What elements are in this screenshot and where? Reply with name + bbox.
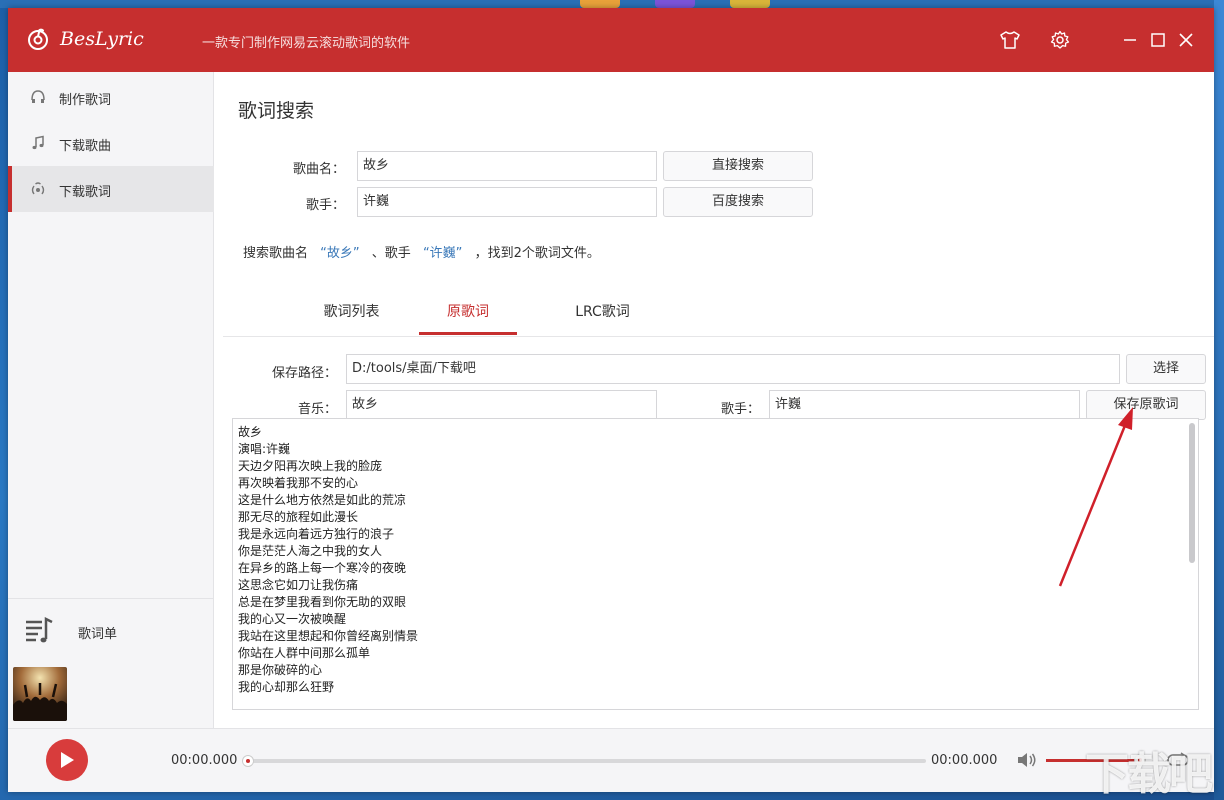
lyric-line: 天边夕阳再次映上我的脸庞: [238, 459, 383, 473]
sidebar-item-download-songs[interactable]: 下载歌曲: [8, 120, 214, 166]
lyric-line: 你站在人群中间那么孤单: [238, 646, 371, 660]
baidu-search-button[interactable]: 百度搜索: [663, 187, 813, 217]
sidebar-item-label: 制作歌词: [59, 93, 112, 108]
netease-logo-icon: [28, 28, 48, 50]
gear-icon[interactable]: [1048, 28, 1072, 52]
result-suffix: ，找到2个歌词文件。: [474, 246, 600, 261]
player-bar: 00:00.000 00:00.000: [8, 728, 1214, 792]
search-result-text: 搜索歌曲名 “故乡” 、歌手 “许巍” ，找到2个歌词文件。: [243, 242, 600, 261]
result-mid: 、歌手: [371, 246, 411, 261]
active-tab-indicator: [419, 332, 517, 335]
desktop-icon: [730, 0, 770, 8]
title-bar[interactable]: BesLyric 一款专门制作网易云滚动歌词的软件: [8, 8, 1214, 72]
tab-original-lyrics[interactable]: 原歌词: [419, 301, 517, 321]
lyric-line: 我的心又一次被唤醒: [238, 612, 347, 626]
sidebar: 制作歌词 下载歌曲 下载歌词 歌词单: [8, 72, 214, 728]
headphones-icon: [31, 90, 45, 103]
save-original-lyrics-button[interactable]: 保存原歌词: [1086, 390, 1206, 420]
play-icon: [61, 752, 74, 768]
main-panel: 歌词搜索 歌曲名： 故乡 直接搜索 歌手： 许巍 百度搜索 搜索歌曲名 “故乡”…: [215, 72, 1214, 728]
lyrics-textarea[interactable]: 故乡演唱:许巍天边夕阳再次映上我的脸庞 再次映着我那不安的心这是什么地方依然是如此…: [232, 418, 1199, 710]
sidebar-item-make-lyrics[interactable]: 制作歌词: [8, 74, 214, 120]
song-name-input[interactable]: 故乡: [357, 151, 657, 181]
lyric-line: 故乡: [238, 425, 263, 439]
watermark-logo: 下载吧: [1085, 749, 1213, 800]
lyric-playlist-button[interactable]: 歌词单: [8, 598, 214, 662]
save-artist-input[interactable]: 许巍: [769, 390, 1080, 420]
sidebar-item-download-lyrics[interactable]: 下载歌词: [8, 166, 214, 212]
sidebar-item-label: 下载歌词: [59, 185, 112, 200]
result-artist: “许巍”: [422, 246, 463, 261]
lyrics-content: 故乡演唱:许巍天边夕阳再次映上我的脸庞 再次映着我那不安的心这是什么地方依然是如此…: [233, 419, 1198, 696]
artist-label: 歌手：: [305, 198, 345, 213]
progress-handle[interactable]: [242, 755, 254, 767]
tabs-divider: [223, 336, 1214, 337]
app-window: BesLyric 一款专门制作网易云滚动歌词的软件 制作歌词 下载歌曲 下载歌词…: [8, 8, 1214, 792]
minimize-icon[interactable]: [1118, 28, 1142, 52]
maximize-icon[interactable]: [1146, 28, 1170, 52]
playlist-icon: [26, 617, 53, 643]
music-label: 音乐：: [297, 402, 337, 417]
lyric-line: 这是什么地方依然是如此的荒凉: [238, 493, 407, 507]
playlist-label: 歌词单: [78, 627, 118, 642]
app-name: BesLyric: [60, 28, 144, 50]
music-input[interactable]: 故乡: [346, 390, 657, 420]
page-title: 歌词搜索: [238, 100, 315, 122]
total-time: 00:00.000: [931, 753, 998, 768]
lyrics-scrollbar[interactable]: [1189, 423, 1195, 563]
lyric-line: 总是在梦里我看到你无助的双眼: [238, 595, 407, 609]
song-name-label: 歌曲名：: [292, 162, 345, 177]
save-artist-label: 歌手：: [720, 402, 760, 417]
direct-search-button[interactable]: 直接搜索: [663, 151, 813, 181]
lyric-line: 我是永远向着远方独行的浪子: [238, 527, 395, 541]
radio-icon: [31, 182, 45, 195]
lyric-line: 你是茫茫人海之中我的女人: [238, 544, 383, 558]
lyric-line: 那无尽的旅程如此漫长: [238, 510, 359, 524]
result-song: “故乡”: [320, 246, 360, 261]
music-note-icon: [32, 135, 44, 150]
volume-icon[interactable]: [1016, 751, 1038, 769]
skin-icon[interactable]: [998, 28, 1022, 52]
sidebar-item-label: 下载歌曲: [59, 139, 112, 154]
lyric-line: 我的心却那么狂野: [238, 680, 335, 694]
lyric-line: 在异乡的路上每一个寒冷的夜晚: [238, 561, 407, 575]
choose-folder-button[interactable]: 选择: [1126, 354, 1206, 384]
lyric-line: 我站在这里想起和你曾经离别情景: [238, 629, 419, 643]
close-icon[interactable]: [1174, 28, 1198, 52]
lyric-line: 再次映着我那不安的心: [238, 476, 359, 490]
current-time: 00:00.000: [171, 753, 238, 768]
progress-track[interactable]: [242, 755, 926, 767]
desktop-background: [1214, 0, 1224, 800]
lyric-line: 这思念它如刀让我伤痛: [238, 578, 359, 592]
lyric-line: 那是你破碎的心: [238, 663, 323, 677]
play-button[interactable]: [46, 739, 88, 781]
desktop-icon: [655, 0, 695, 8]
save-path-input[interactable]: D:/tools/桌面/下载吧: [346, 354, 1120, 384]
desktop-icon: [580, 0, 620, 8]
lyric-line: 演唱:许巍: [238, 442, 291, 456]
app-subtitle: 一款专门制作网易云滚动歌词的软件: [202, 36, 411, 51]
result-prefix: 搜索歌曲名: [243, 246, 309, 261]
tab-lrc-lyrics[interactable]: LRC歌词: [550, 301, 655, 321]
save-path-label: 保存路径：: [271, 366, 337, 381]
tab-lyric-list[interactable]: 歌词列表: [299, 301, 404, 321]
album-cover[interactable]: [13, 667, 67, 721]
artist-input[interactable]: 许巍: [357, 187, 657, 217]
